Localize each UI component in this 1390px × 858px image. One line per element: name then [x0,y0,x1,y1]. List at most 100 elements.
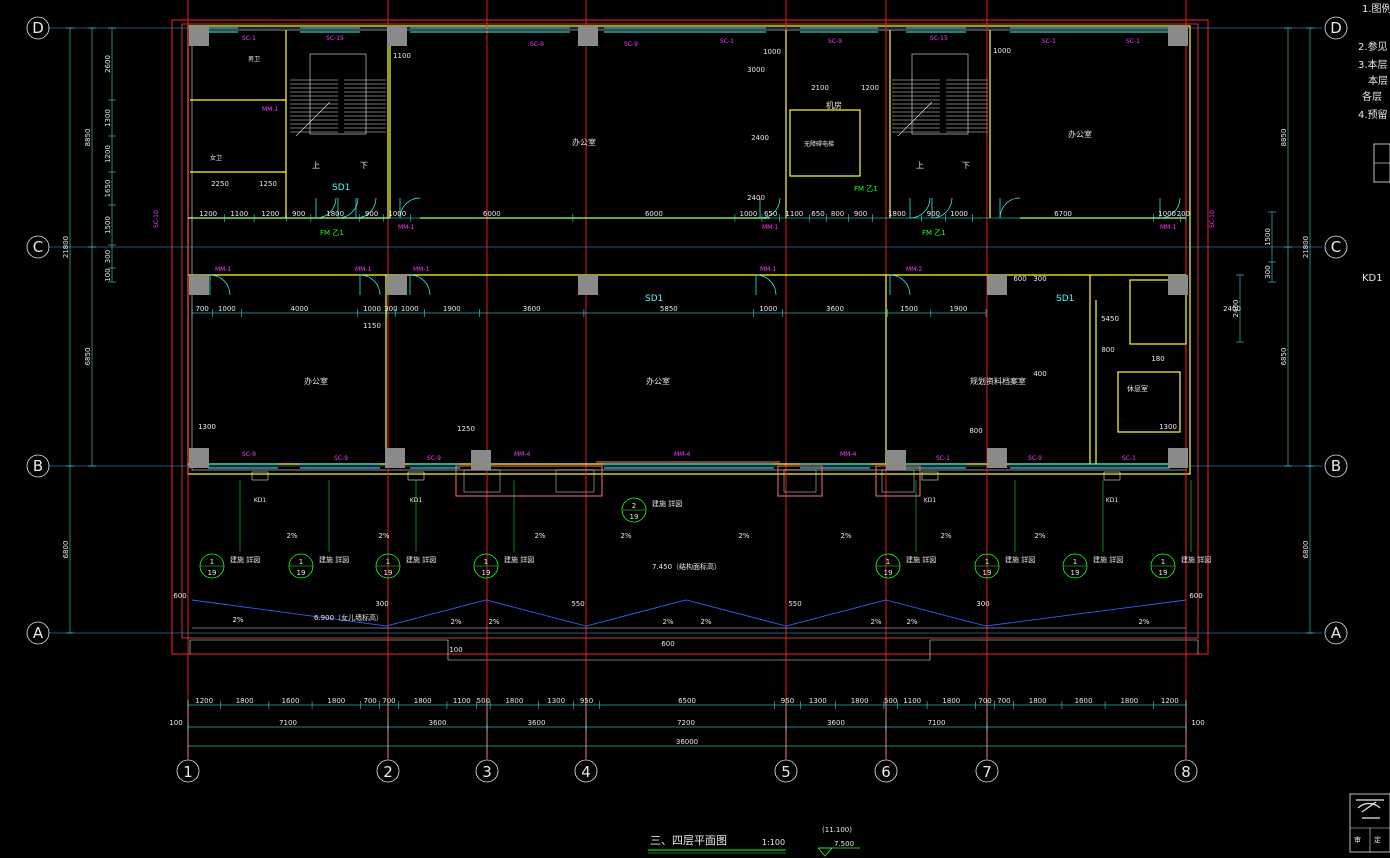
dim-corridor-3: 900 [292,210,305,218]
dim-misc-14: 1100 [393,52,411,60]
column-9 [189,448,209,468]
dim-bottom-row1-7: 1100 [453,697,471,705]
slope-10: 2% [488,618,499,626]
dim-misc-22: 1150 [363,322,381,330]
slope-2: 2% [534,532,545,540]
tag-mm1-c: MM-1 [413,266,430,273]
column-2 [578,26,598,46]
room-label-office-nw: 办公室 [572,137,596,147]
kd1-drain-1: KD1 [410,497,423,504]
slope-8: 2% [232,616,243,624]
room-label-rest: 休息室 [1127,384,1148,393]
detail-callout-top-5: 1 [985,558,989,566]
tag-mm1-b: MM-1 [355,266,372,273]
dim-misc-24: 300 [1033,275,1046,283]
drawing-scale: 1:100 [762,838,785,847]
dim-misc-10: 1300 [1159,423,1177,431]
dim-bottom-row1-10: 1300 [547,697,565,705]
column-14 [1168,448,1188,468]
detail-callout-bot-0: 19 [208,569,217,577]
dim-lower-row-2: 4000 [291,305,309,313]
dim-bottom-row1-9: 1800 [505,697,523,705]
detail-callout-top-7: 1 [1161,558,1165,566]
dim-bottom-row1-13: 950 [781,697,794,705]
tag-fm-3: FM 乙1 [854,185,878,193]
dim-bottom-row1-16: 500 [884,697,897,705]
dim-corridor-15: 1800 [888,210,906,218]
column-5 [387,275,407,295]
tag-mm4-a: MM-4 [674,451,691,458]
dim-right-segs-0: 1500 [1264,228,1272,246]
dim-bottom-row1-12: 6500 [678,697,696,705]
tag-fm-2: FM 乙1 [922,229,946,237]
dim-bottom-row1-5: 700 [382,697,395,705]
dim-bottom-row1-17: 1100 [903,697,921,705]
grid-label-col-7: 7 [982,763,992,781]
detail-callout-label-7: 建施 詳図 [1181,555,1211,564]
dim-right-inner-0: 8850 [1280,129,1288,147]
dim-bottom-row2-3: 7200 [677,719,695,727]
dim-bottom-row1-15: 1800 [851,697,869,705]
grid-label-row-B-left: B [33,457,43,475]
column-8 [1168,275,1188,295]
detail-callout-label-0: 建施 詳図 [230,555,260,564]
dim-lower-row-0: 700 [195,305,208,313]
dim-bottom-row1-0: 1200 [195,697,213,705]
stamp-label-1: 审 [1354,835,1361,844]
dim-misc-19: 2100 [811,84,829,92]
detail-callout-top-2: 1 [386,558,390,566]
dim-misc-4: 600 [173,592,186,600]
detail-callout-bot-7: 19 [1159,569,1168,577]
detail-callout-top-1: 1 [299,558,303,566]
note-line-3: 3.本层 [1358,58,1388,71]
dim-misc-7: 600 [661,640,674,648]
grid-label-col-8: 8 [1181,763,1191,781]
room-label-office-s: 办公室 [646,376,670,386]
note-line-4: 本层 [1368,74,1388,87]
dim-bottom-row1-24: 1200 [1161,697,1179,705]
grid-label-row-B-right: B [1331,457,1341,475]
dim-left-segs-0: 2600 [104,55,112,73]
slope-14: 2% [906,618,917,626]
dim-left-segs-5: 300 [104,250,112,263]
dim-bottom-row1-21: 1800 [1029,697,1047,705]
note-line-5: 各层 [1362,90,1382,103]
tag-sc-f: SC-1 [1122,455,1136,462]
tag-sd1-3: SD1 [1056,294,1074,304]
grid-label-col-6: 6 [881,763,891,781]
dim-misc-8: 1250 [457,425,475,433]
dim-misc-3: 300 [976,600,989,608]
grid-label-row-A-right: A [1331,624,1342,642]
grid-label-row-D-left: D [32,19,44,37]
dim-corridor-19: 1000 [1158,210,1176,218]
slope-1: 2% [378,532,389,540]
dim-edge-right: 100 [1191,719,1204,727]
dim-lower-row-4: 300 [384,305,397,313]
dim-corridor-10: 650 [764,210,777,218]
column-13 [987,448,1007,468]
dim-lower-row-6: 1900 [443,305,461,313]
dim-lower-row-12: 1900 [950,305,968,313]
dim-left-segs-3: 1650 [104,180,112,198]
tag-mm1-h: MM-1 [1160,224,1177,231]
dim-corridor-12: 650 [811,210,824,218]
dim-misc-17: 3000 [747,66,765,74]
dim-edge-left: 100 [169,719,182,727]
tag-sc9-g: SC-9 [1028,455,1042,462]
dim-corridor-4: 1800 [326,210,344,218]
dim-left-segs-2: 1200 [104,145,112,163]
tag-kd1-side: KD1 [1362,273,1383,284]
slope-9: 2% [450,618,461,626]
tag-mm1-f: MM-1 [398,224,415,231]
dim-bottom-row1-2: 1600 [282,697,300,705]
stamp-label-2: 定 [1374,835,1381,844]
detail-callout-top-4: 1 [886,558,890,566]
tag-sc10-l: SC-10 [153,210,160,228]
detail-callout-label-4: 建施 詳図 [906,555,936,564]
room-label-office-ne: 办公室 [1068,129,1092,139]
floor-plan-drawing: 1 19 建施 詳図 1 19 建施 詳図 1 19 建施 詳図 1 19 建施 詳図 1 19 建施 詳図… [0,0,1390,858]
dim-lower-row-8: 5850 [660,305,678,313]
dim-corridor-13: 800 [831,210,844,218]
dim-bottom-row2-2: 3600 [528,719,546,727]
detail-callout-bot-6: 19 [1071,569,1080,577]
